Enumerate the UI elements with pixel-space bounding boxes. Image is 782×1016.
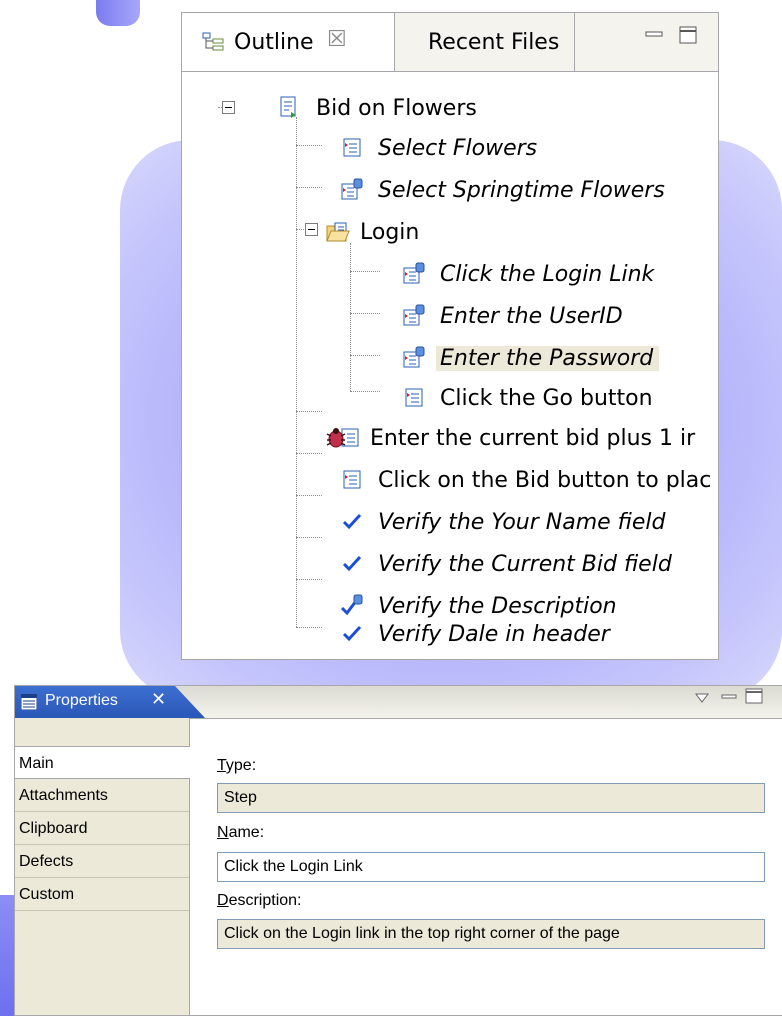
description-label: Description: [217,892,302,909]
properties-view: Properties ✕ Main Attachments Clipboard … [14,685,782,1016]
tab-recent-files[interactable]: Recent Files [394,13,575,71]
step-icon [343,138,361,157]
tree-item-test-script[interactable]: Bid on Flowers [278,91,477,125]
tree-item-verification[interactable]: Verify the Current Bid field [340,547,672,581]
tree-item-label: Click the Login Link [440,261,655,287]
name-label: Name: [217,824,265,841]
side-tab-defects[interactable]: Defects [15,845,189,878]
checkmark-icon [342,625,362,642]
checkmark-linked-icon [340,594,363,616]
tree-item-step[interactable]: Click on the Bid button to plac [340,463,711,497]
properties-icon [21,694,37,710]
step-linked-icon [403,346,425,368]
tree-item-verification[interactable]: Verify Dale in header [340,617,610,651]
tree-item-step-defect[interactable]: Enter the current bid plus 1 ir [322,421,695,455]
tree-item-verification[interactable]: Verify the Your Name field [340,505,666,539]
tree-item-label: Bid on Flowers [316,95,477,121]
outline-icon [202,32,224,51]
tree-item-label: Enter the current bid plus 1 ir [370,425,696,451]
side-tab-custom[interactable]: Custom [15,878,189,911]
tree-item-label: Click on the Bid button to plac [378,467,712,493]
tree-item-group[interactable]: Login [326,215,419,249]
checkmark-icon [342,513,362,530]
tree-item-step[interactable]: Click the Go button [402,381,653,415]
tree-item-label: Select Flowers [378,135,538,161]
test-script-icon [280,96,296,118]
close-icon[interactable]: ✕ [151,689,166,710]
maximize-icon[interactable] [678,25,698,45]
tree-item-label: Enter the Password [436,345,660,371]
minimize-icon[interactable] [721,690,737,704]
step-linked-icon [403,262,425,284]
type-field: Step [217,783,765,813]
checkmark-icon [342,555,362,572]
tree-item-label: Verify the Current Bid field [378,551,672,577]
maximize-icon[interactable] [745,688,763,704]
tree-item-label: Select Springtime Flowers [378,177,665,203]
outline-tabbar: Outline ☒ Recent Files [182,13,718,72]
folder-open-icon [326,222,350,242]
side-tab-clipboard[interactable]: Clipboard [15,812,189,845]
close-icon[interactable]: ☒ [327,27,347,52]
tree-item-label: Verify the Your Name field [378,509,666,535]
tree-item-step[interactable]: Click the Login Link [402,257,654,291]
tree-item-label: Login [360,219,420,245]
type-label: Type: [217,757,257,774]
step-linked-icon [341,178,363,200]
properties-tabbar: Properties ✕ [15,686,782,719]
view-menu-icon[interactable] [695,692,709,704]
tab-outline-label: Outline [234,30,314,55]
outline-view: Outline ☒ Recent Files Bid on Flowers Se… [181,12,719,660]
outline-tree: Bid on Flowers Select Flowers Select Spr… [182,71,718,659]
tree-item-label: Enter the UserID [440,303,623,329]
step-linked-icon [403,304,425,326]
collapse-toggle-login[interactable] [305,223,318,236]
tree-item-step[interactable]: Enter the UserID [402,299,623,333]
tab-recent-files-label: Recent Files [428,30,560,55]
step-icon [343,470,361,489]
description-field: Click on the Login link in the top right… [217,919,765,949]
tree-item-step-selected[interactable]: Enter the Password [402,341,660,375]
side-tab-main[interactable]: Main [15,746,190,779]
collapse-toggle-root[interactable] [222,101,235,114]
properties-side-tabs: Main Attachments Clipboard Defects Custo… [15,718,190,1015]
side-tab-attachments[interactable]: Attachments [15,779,189,812]
name-field[interactable]: Click the Login Link [217,852,765,882]
tree-item-step[interactable]: Select Flowers [340,131,537,165]
tree-item-label: Verify Dale in header [378,621,610,647]
step-icon [405,388,423,407]
step-defect-icon [326,428,359,448]
tree-item-step[interactable]: Select Springtime Flowers [340,173,665,207]
tab-properties-label: Properties [45,692,118,709]
tree-item-label: Click the Go button [440,385,653,411]
minimize-icon[interactable] [644,25,664,45]
decorative-background-top [96,0,140,26]
tab-properties[interactable]: Properties ✕ [15,686,205,718]
tree-item-label: Verify the Description [378,593,617,619]
tab-outline[interactable]: Outline ☒ [182,13,395,71]
